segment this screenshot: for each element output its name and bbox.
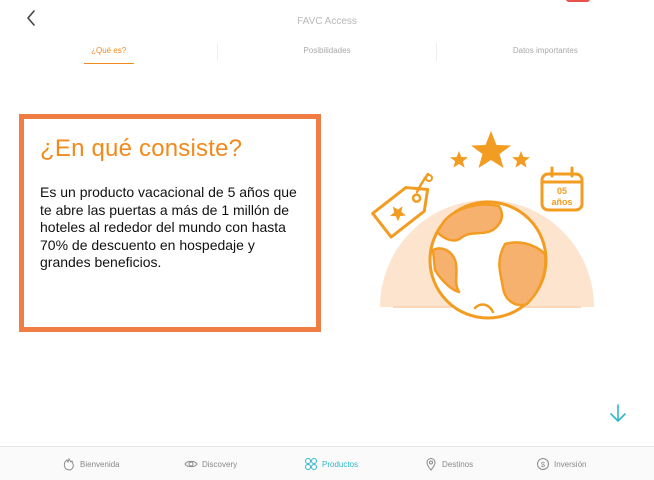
nav-item-destinos[interactable]: Destinos xyxy=(424,457,473,471)
calendar-number: 05 xyxy=(557,186,567,196)
card-body: Es un producto vacacional de 5 años que … xyxy=(40,184,297,270)
card-heading: ¿En qué consiste? xyxy=(40,135,243,162)
arrow-down-icon xyxy=(610,404,626,422)
hand-wave-icon xyxy=(63,457,74,471)
nav-item-productos[interactable]: Productos xyxy=(304,457,358,471)
tab-que-es[interactable]: ¿Qué es? xyxy=(0,40,217,64)
scroll-down-button[interactable] xyxy=(608,402,628,424)
nav-label: Inversión xyxy=(554,459,587,469)
dollar-coin-icon: $ xyxy=(537,458,549,470)
star-icon xyxy=(450,151,468,168)
info-card: ¿En qué consiste? Es un producto vacacio… xyxy=(19,114,321,332)
nav-label: Productos xyxy=(322,459,359,469)
world-travel-illustration: 05 años xyxy=(371,131,594,320)
header: FAVC Access xyxy=(0,0,654,40)
calendar-icon: 05 años xyxy=(540,166,584,212)
page-title: FAVC Access xyxy=(297,16,357,27)
nav-label: Destinos xyxy=(442,459,474,469)
status-badge xyxy=(566,0,590,2)
star-icon xyxy=(512,151,530,168)
bottom-nav: Bienvenida Discovery Productos Destinos … xyxy=(0,446,654,480)
tab-datos-importantes[interactable]: Datos importantes xyxy=(437,40,654,64)
nav-label: Discovery xyxy=(202,459,238,469)
nav-item-bienvenida[interactable]: Bienvenida xyxy=(62,457,120,471)
calendar-label: años xyxy=(551,197,572,207)
svg-text:$: $ xyxy=(541,460,546,469)
star-icon xyxy=(471,131,511,168)
eye-icon xyxy=(184,460,198,468)
globe-icon xyxy=(428,200,548,320)
grid-circles-icon xyxy=(305,458,317,470)
tab-posibilidades[interactable]: Posibilidades xyxy=(218,40,435,64)
nav-item-discovery[interactable]: Discovery xyxy=(184,457,237,471)
nav-item-inversion[interactable]: $ Inversión xyxy=(536,457,586,471)
map-pin-icon xyxy=(426,458,436,471)
tab-bar: ¿Qué es? Posibilidades Datos importantes xyxy=(0,40,654,64)
nav-label: Bienvenida xyxy=(80,459,120,469)
